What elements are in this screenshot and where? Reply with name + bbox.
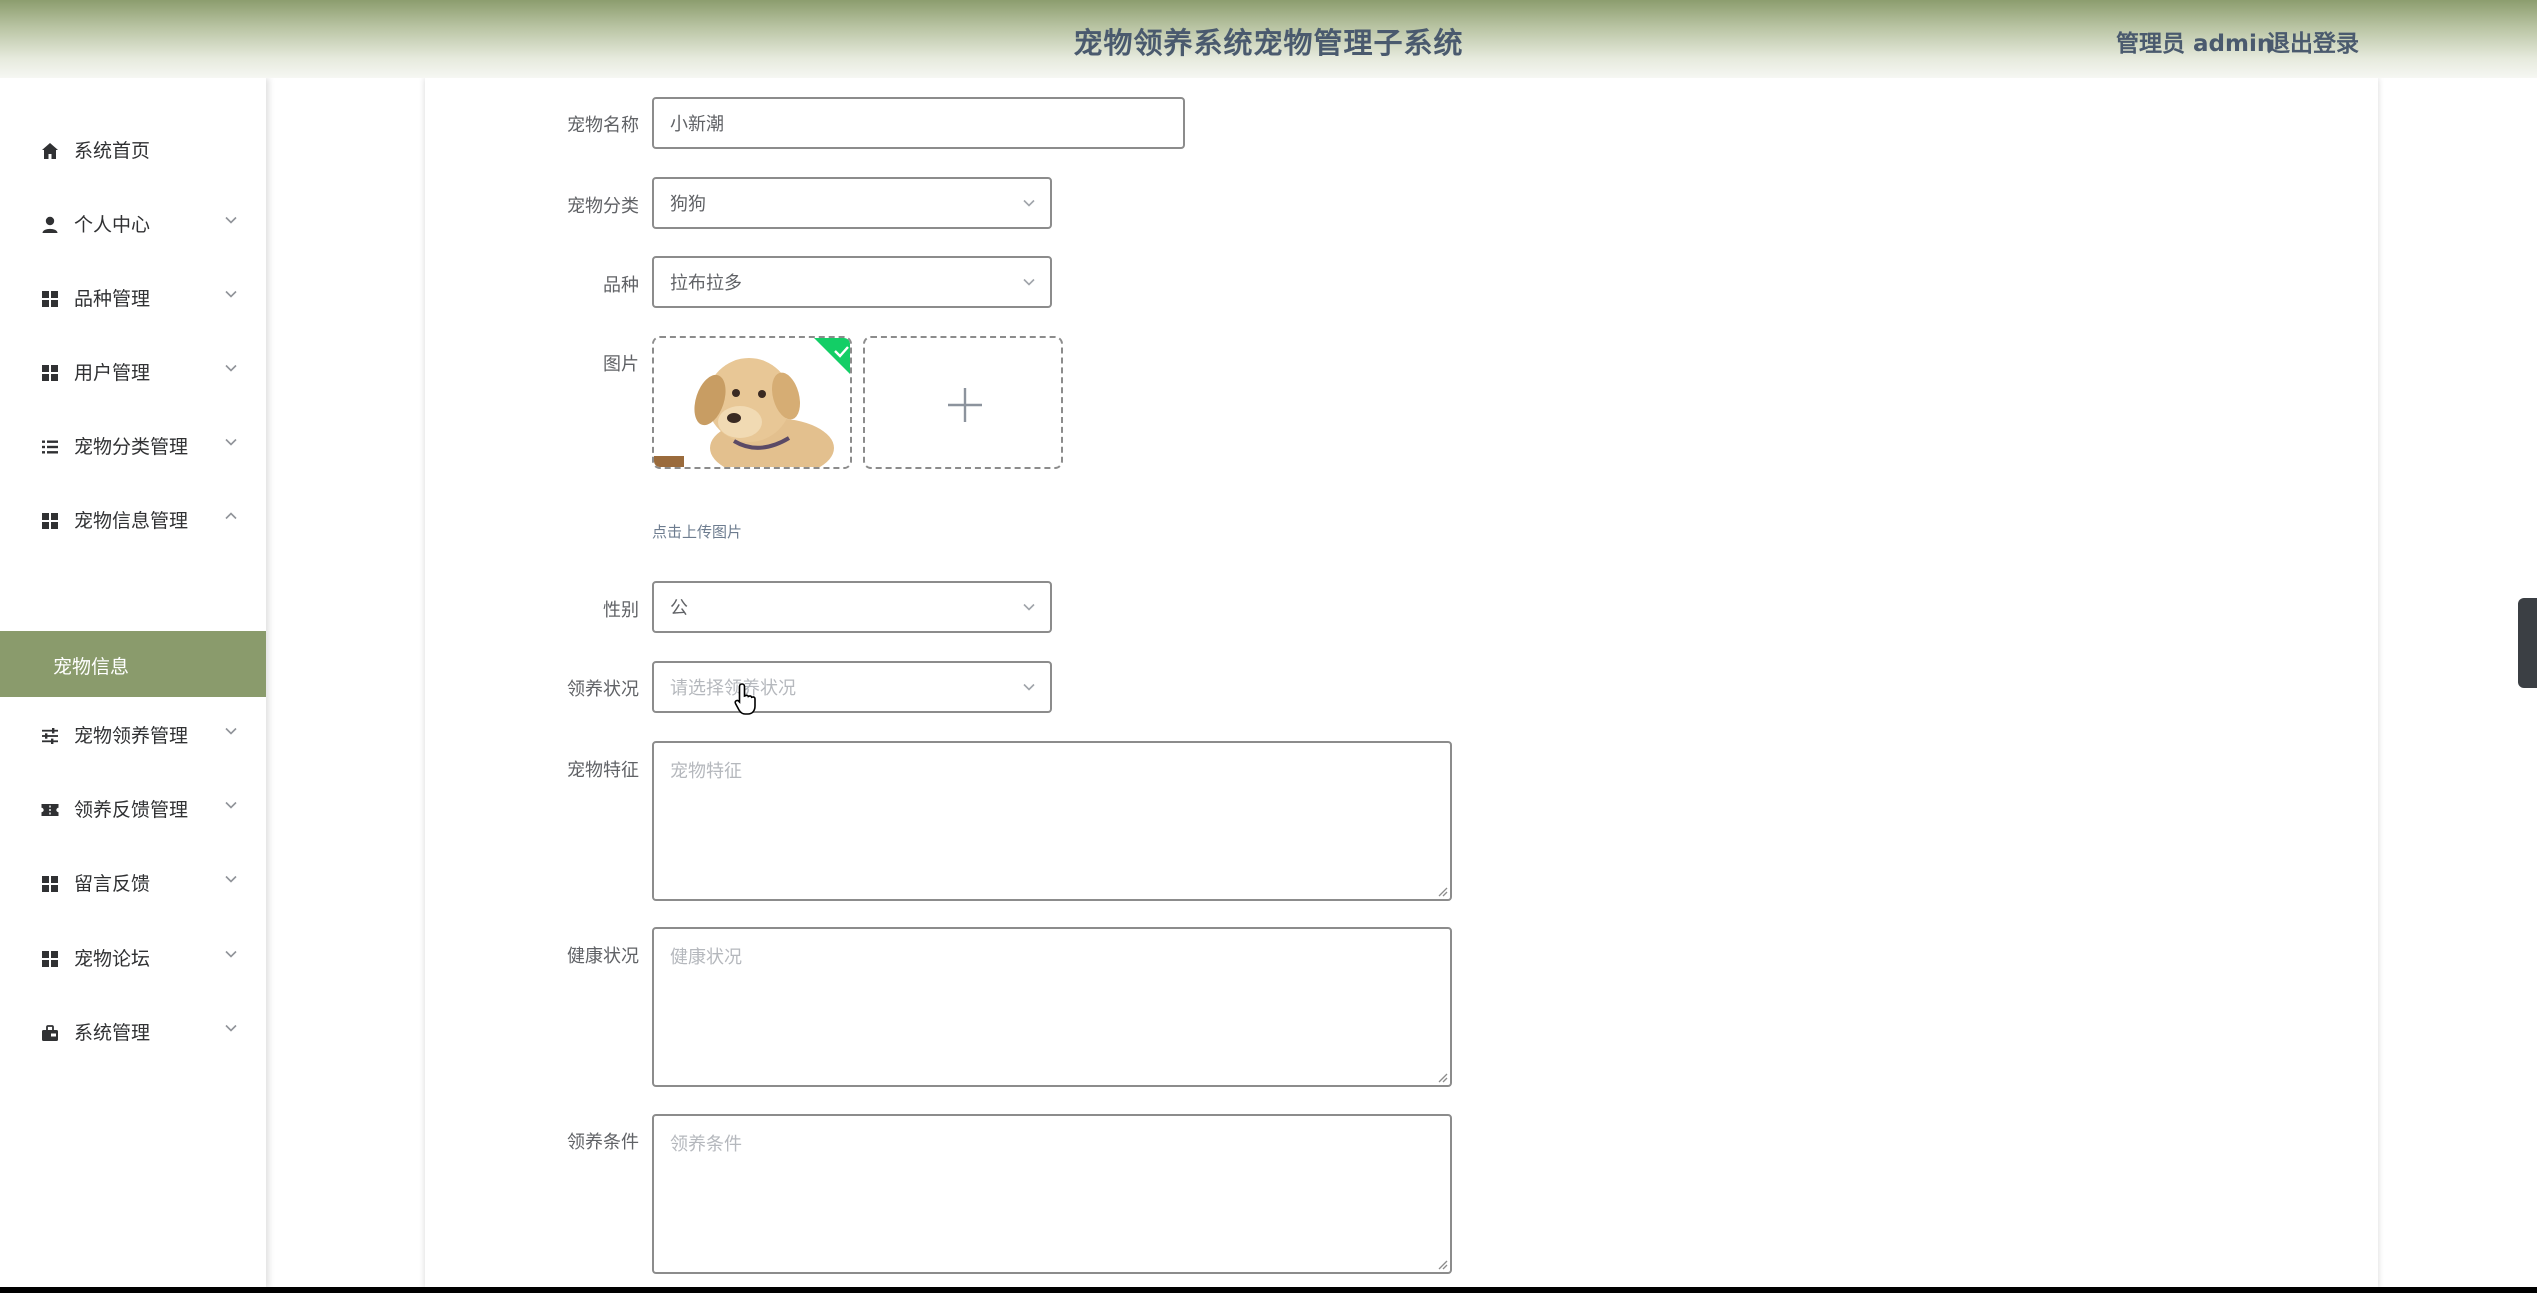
- chevron-down-icon: [1023, 199, 1035, 207]
- home-icon: [42, 143, 58, 159]
- sidebar-item-adoption-feedback[interactable]: 领养反馈管理: [0, 774, 266, 844]
- adoption-conditions-placeholder: 领养条件: [670, 1134, 742, 1155]
- grid-icon: [42, 951, 58, 967]
- hand-cursor-icon: [734, 683, 756, 715]
- grid-icon: [42, 876, 58, 892]
- chevron-up-icon: [225, 512, 237, 520]
- sidebar-item-label: 留言反馈: [74, 873, 151, 895]
- sidebar-item-label: 品种管理: [74, 288, 151, 310]
- breed-value: 拉布拉多: [670, 273, 742, 294]
- chevron-down-icon: [225, 727, 237, 735]
- gender-select[interactable]: 公: [652, 581, 1052, 633]
- grid-icon: [42, 513, 58, 529]
- list-icon: [42, 440, 58, 454]
- chevron-down-icon: [1023, 278, 1035, 286]
- user-icon: [42, 216, 58, 233]
- uploaded-image-thumbnail[interactable]: [652, 336, 852, 469]
- adoption-conditions-label: 领养条件: [567, 1132, 639, 1153]
- sidebar-item-home[interactable]: 系统首页: [0, 115, 266, 185]
- resize-grip-icon[interactable]: [1436, 1071, 1448, 1083]
- upload-hint-text: 点击上传图片: [652, 523, 743, 541]
- sidebar-item-adoption[interactable]: 宠物领养管理: [0, 700, 266, 770]
- settings-drawer-handle[interactable]: [2518, 598, 2537, 688]
- chevron-down-icon: [225, 801, 237, 809]
- sidebar-item-label: 宠物领养管理: [74, 725, 189, 747]
- chevron-down-icon: [225, 364, 237, 372]
- window-bottom-edge: [0, 1287, 2537, 1293]
- briefcase-icon: [42, 1025, 58, 1041]
- adoption-status-select[interactable]: 请选择领养状况: [652, 661, 1052, 713]
- health-textarea[interactable]: 健康状况: [652, 927, 1452, 1087]
- chevron-down-icon: [225, 1024, 237, 1032]
- sidebar-item-breed[interactable]: 品种管理: [0, 263, 266, 333]
- sidebar: 系统首页 个人中心 品种管理 用户管理 宠物分类管理 宠物信息管理 宠物信息 宠…: [0, 78, 266, 1288]
- chevron-down-icon: [1023, 683, 1035, 691]
- dog-photo: [654, 338, 850, 467]
- pet-features-label: 宠物特征: [567, 760, 639, 781]
- sidebar-item-system[interactable]: 系统管理: [0, 997, 266, 1067]
- top-header: 宠物领养系统宠物管理子系统 管理员 admin 退出登录: [0, 0, 2537, 78]
- sidebar-item-forum[interactable]: 宠物论坛: [0, 923, 266, 993]
- pet-category-select[interactable]: 狗狗: [652, 177, 1052, 229]
- sidebar-item-label: 个人中心: [74, 214, 151, 236]
- sidebar-item-label: 用户管理: [74, 362, 151, 384]
- chevron-down-icon: [1023, 603, 1035, 611]
- admin-user-label: 管理员 admin: [2116, 31, 2274, 57]
- sidebar-subitem-label: 宠物信息: [53, 656, 130, 678]
- breed-label: 品种: [603, 275, 639, 296]
- pet-features-textarea[interactable]: 宠物特征: [652, 741, 1452, 901]
- chevron-down-icon: [225, 216, 237, 224]
- chevron-down-icon: [225, 290, 237, 298]
- ticket-icon: [41, 804, 59, 816]
- logout-button[interactable]: 退出登录: [2267, 24, 2359, 58]
- adoption-conditions-textarea[interactable]: 领养条件: [652, 1114, 1452, 1274]
- sidebar-item-label: 系统管理: [74, 1022, 151, 1044]
- pet-features-placeholder: 宠物特征: [670, 761, 742, 782]
- chevron-down-icon: [225, 875, 237, 883]
- chevron-down-icon: [225, 950, 237, 958]
- grid-icon: [42, 365, 58, 381]
- pet-name-input[interactable]: 小新潮: [652, 97, 1185, 149]
- gender-value: 公: [670, 598, 688, 619]
- adoption-status-label: 领养状况: [567, 679, 639, 700]
- sidebar-item-profile[interactable]: 个人中心: [0, 189, 266, 259]
- sidebar-item-message[interactable]: 留言反馈: [0, 848, 266, 918]
- health-label: 健康状况: [567, 946, 639, 967]
- sidebar-item-label: 宠物论坛: [74, 948, 151, 970]
- pet-name-value: 小新潮: [670, 114, 724, 135]
- resize-grip-icon[interactable]: [1436, 885, 1448, 897]
- gender-label: 性别: [603, 600, 639, 621]
- image-upload-button[interactable]: [863, 336, 1063, 469]
- pet-name-label: 宠物名称: [567, 115, 639, 136]
- plus-icon: [948, 388, 982, 422]
- resize-grip-icon[interactable]: [1436, 1258, 1448, 1270]
- breed-select[interactable]: 拉布拉多: [652, 256, 1052, 308]
- sliders-icon: [42, 728, 58, 744]
- sidebar-item-label: 宠物信息管理: [74, 510, 189, 532]
- health-placeholder: 健康状况: [670, 947, 742, 968]
- pet-category-value: 狗狗: [670, 194, 706, 215]
- sidebar-item-pet-info[interactable]: 宠物信息管理: [0, 485, 266, 555]
- pet-category-label: 宠物分类: [567, 196, 639, 217]
- grid-icon: [42, 291, 58, 307]
- image-label: 图片: [603, 354, 639, 375]
- sidebar-item-pet-category[interactable]: 宠物分类管理: [0, 411, 266, 481]
- chevron-down-icon: [225, 438, 237, 446]
- sidebar-item-label: 领养反馈管理: [74, 799, 189, 821]
- sidebar-item-users[interactable]: 用户管理: [0, 337, 266, 407]
- sidebar-subitem-pet-info[interactable]: 宠物信息: [0, 631, 266, 697]
- sidebar-item-label: 系统首页: [74, 140, 151, 162]
- sidebar-item-label: 宠物分类管理: [74, 436, 189, 458]
